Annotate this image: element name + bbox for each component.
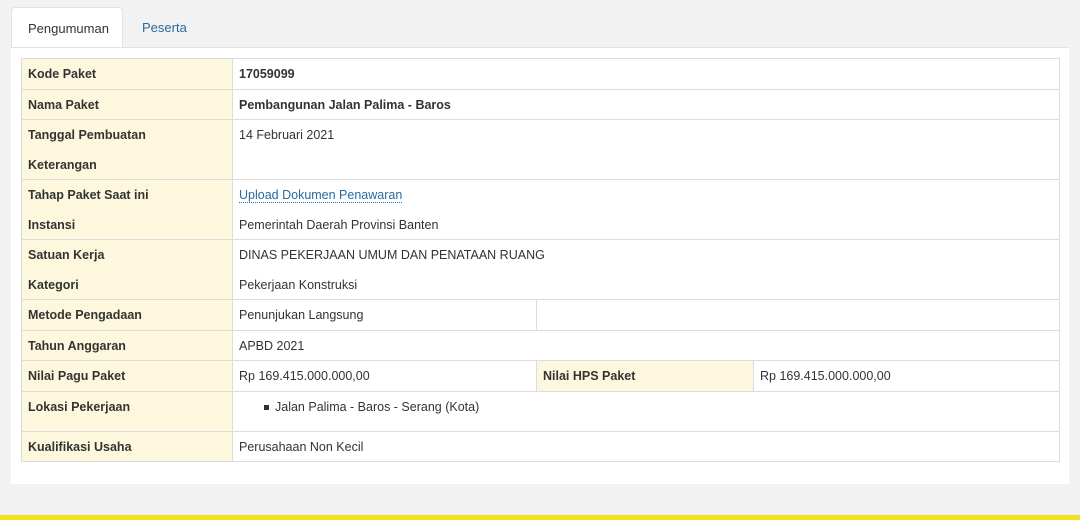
table-row: Nilai Pagu Paket Rp 169.415.000.000,00 N… bbox=[21, 360, 1060, 392]
empty-cell bbox=[536, 299, 1060, 331]
footer-accent-bar bbox=[0, 515, 1080, 520]
tab-peserta[interactable]: Peserta bbox=[123, 7, 203, 48]
metode-pengadaan-label: Metode Pengadaan bbox=[21, 299, 233, 331]
list-item: Jalan Palima - Baros - Serang (Kota) bbox=[264, 392, 1053, 431]
table-row: Tahun Anggaran APBD 2021 bbox=[21, 329, 1060, 361]
table-row: Nama Paket Pembangunan Jalan Palima - Ba… bbox=[21, 88, 1060, 120]
kode-paket-value: 17059099 bbox=[232, 58, 1060, 90]
satker-kategori-values: DINAS PEKERJAAN UMUM DAN PENATAAN RUANG … bbox=[232, 239, 1060, 300]
table-row: Tahap Paket Saat ini Instansi Upload Dok… bbox=[21, 179, 1060, 240]
tahap-paket-label: Tahap Paket Saat ini bbox=[28, 188, 149, 202]
nilai-hps-label: Nilai HPS Paket bbox=[536, 360, 754, 392]
table-row: Satuan Kerja Kategori DINAS PEKERJAAN UM… bbox=[21, 239, 1060, 300]
nama-paket-value: Pembangunan Jalan Palima - Baros bbox=[232, 88, 1060, 120]
nama-paket-label: Nama Paket bbox=[21, 88, 233, 120]
tahun-anggaran-value: APBD 2021 bbox=[232, 329, 1060, 361]
tanggal-pembuatan-value: 14 Februari 2021 bbox=[239, 128, 335, 142]
lokasi-pekerjaan-value: Jalan Palima - Baros - Serang (Kota) bbox=[232, 390, 1060, 432]
table-row: Kualifikasi Usaha Perusahaan Non Kecil bbox=[21, 430, 1060, 462]
nilai-hps-value: Rp 169.415.000.000,00 bbox=[753, 360, 1060, 392]
tab-content: Kode Paket 17059099 Nama Paket Pembangun… bbox=[11, 47, 1069, 484]
tab-pengumuman[interactable]: Pengumuman bbox=[11, 7, 123, 48]
tahap-instansi-labels: Tahap Paket Saat ini Instansi bbox=[21, 179, 233, 240]
instansi-value: Pemerintah Daerah Provinsi Banten bbox=[239, 217, 439, 232]
table-row: Lokasi Pekerjaan Jalan Palima - Baros - … bbox=[21, 390, 1060, 432]
table-row: Kode Paket 17059099 bbox=[21, 58, 1060, 90]
tahap-instansi-values: Upload Dokumen Penawaran Pemerintah Daer… bbox=[232, 179, 1060, 240]
tanggal-keterangan-labels: Tanggal Pembuatan Keterangan bbox=[21, 119, 233, 180]
nilai-pagu-value: Rp 169.415.000.000,00 bbox=[232, 360, 537, 392]
keterangan-value bbox=[239, 150, 1053, 180]
nilai-pagu-label: Nilai Pagu Paket bbox=[21, 360, 233, 392]
table-row: Tanggal Pembuatan Keterangan 14 Februari… bbox=[21, 119, 1060, 180]
tanggal-pembuatan-label: Tanggal Pembuatan bbox=[28, 128, 146, 142]
satuan-kerja-value: DINAS PEKERJAAN UMUM DAN PENATAAN RUANG bbox=[239, 248, 545, 262]
kategori-label: Kategori bbox=[28, 277, 79, 292]
lokasi-list: Jalan Palima - Baros - Serang (Kota) bbox=[239, 392, 1053, 431]
keterangan-label: Keterangan bbox=[28, 157, 97, 172]
tab-bar: Pengumuman Peserta bbox=[11, 7, 1069, 48]
satker-kategori-labels: Satuan Kerja Kategori bbox=[21, 239, 233, 300]
metode-pengadaan-value: Penunjukan Langsung bbox=[232, 299, 537, 331]
kualifikasi-usaha-value: Perusahaan Non Kecil bbox=[232, 430, 1060, 462]
kualifikasi-usaha-label: Kualifikasi Usaha bbox=[21, 430, 233, 462]
kode-paket-label: Kode Paket bbox=[21, 58, 233, 90]
tahun-anggaran-label: Tahun Anggaran bbox=[21, 329, 233, 361]
tahap-paket-link[interactable]: Upload Dokumen Penawaran bbox=[239, 188, 403, 203]
table-row: Metode Pengadaan Penunjukan Langsung bbox=[21, 299, 1060, 331]
kategori-value: Pekerjaan Konstruksi bbox=[239, 277, 358, 292]
satuan-kerja-label: Satuan Kerja bbox=[28, 248, 105, 262]
instansi-label: Instansi bbox=[28, 217, 76, 232]
announcement-panel: Pengumuman Peserta Kode Paket 17059099 N… bbox=[11, 7, 1069, 484]
lokasi-pekerjaan-label: Lokasi Pekerjaan bbox=[21, 390, 233, 432]
package-info-table: Kode Paket 17059099 Nama Paket Pembangun… bbox=[21, 58, 1060, 462]
tanggal-keterangan-values: 14 Februari 2021 bbox=[232, 119, 1060, 180]
